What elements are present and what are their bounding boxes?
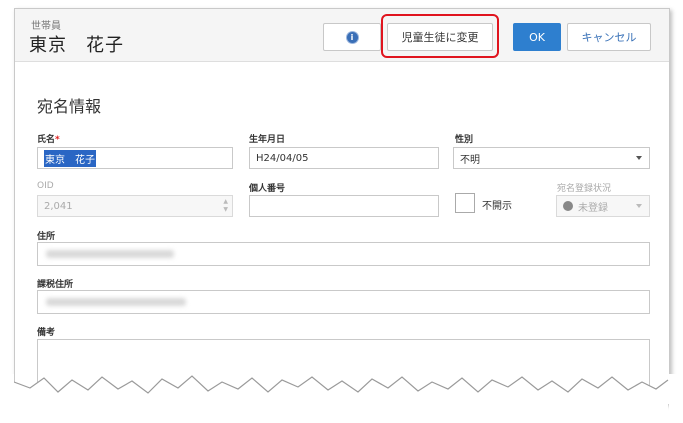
address-label: 住所 xyxy=(37,232,56,242)
gender-value: 不明 xyxy=(460,154,480,166)
dialog-header: 世帯員 東京 花子 i 児童生徒に変更 OK キャンセル xyxy=(15,9,669,62)
name-value: 東京 花子 xyxy=(44,149,96,167)
member-name: 東京 花子 xyxy=(29,35,124,56)
ok-button[interactable]: OK xyxy=(513,23,561,51)
reg-status-label: 宛名登録状況 xyxy=(557,184,612,194)
gender-label: 性別 xyxy=(455,135,474,145)
info-button[interactable]: i xyxy=(323,23,381,51)
birth-value: H24/04/05 xyxy=(256,152,309,164)
name-label: 氏名* xyxy=(37,135,60,145)
reg-status-value: 未登録 xyxy=(578,202,608,214)
torn-edge xyxy=(0,374,683,423)
required-mark: * xyxy=(55,135,60,145)
remarks-label: 備考 xyxy=(37,328,56,338)
dialog-window: 世帯員 東京 花子 i 児童生徒に変更 OK キャンセル 宛名情報 氏名* 東京… xyxy=(14,8,670,404)
spinner-icon: ▲ ▼ xyxy=(223,198,228,213)
oid-field: 2,041 ▲ ▼ xyxy=(37,195,233,217)
birth-field[interactable]: H24/04/05 xyxy=(249,147,439,169)
reg-status-select: 未登録 xyxy=(556,195,650,217)
tax-address-label: 課税住所 xyxy=(37,280,74,290)
info-circle-icon: i xyxy=(346,31,358,43)
cancel-button[interactable]: キャンセル xyxy=(567,23,651,51)
address-field[interactable] xyxy=(37,242,650,266)
personal-number-label: 個人番号 xyxy=(249,184,286,194)
name-field[interactable]: 東京 花子 xyxy=(37,147,233,169)
oid-value: 2,041 xyxy=(44,200,73,212)
birth-label: 生年月日 xyxy=(249,135,286,145)
status-dot-icon xyxy=(563,201,573,211)
role-label: 世帯員 xyxy=(31,21,61,32)
oid-label: OID xyxy=(37,181,54,191)
nondisclosure-checkbox[interactable] xyxy=(455,193,475,213)
nondisclosure-label: 不開示 xyxy=(482,201,512,212)
gender-select[interactable]: 不明 xyxy=(453,147,650,169)
personal-number-field[interactable] xyxy=(249,195,439,217)
section-title: 宛名情報 xyxy=(37,97,102,116)
change-to-student-button[interactable]: 児童生徒に変更 xyxy=(387,23,493,51)
chevron-down-icon xyxy=(636,156,642,160)
tax-address-field[interactable] xyxy=(37,290,650,314)
chevron-down-icon xyxy=(636,204,642,208)
blurred-address xyxy=(46,250,174,258)
blurred-tax-address xyxy=(46,298,186,306)
